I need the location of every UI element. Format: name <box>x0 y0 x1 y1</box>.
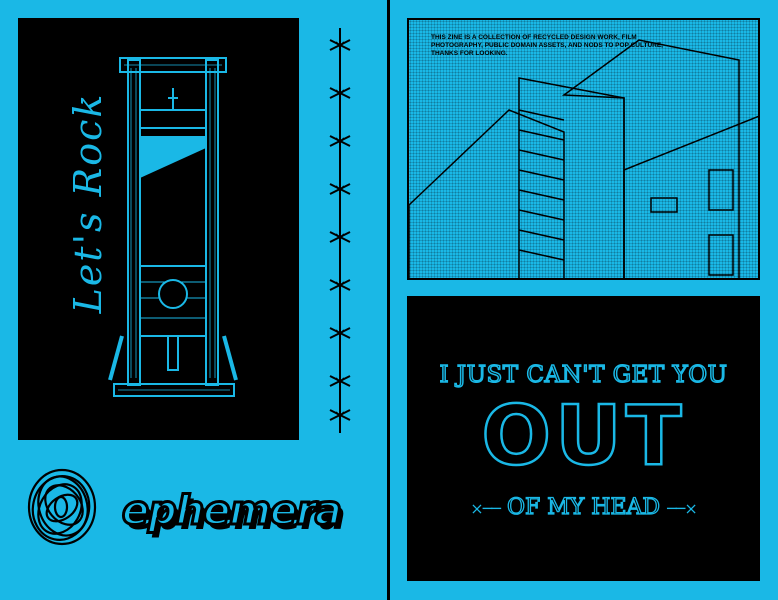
quote-poster: I JUST CAN'T GET YOU OUT ×── OF MY HEAD … <box>407 296 760 581</box>
ornament-right-icon: ──× <box>667 499 698 518</box>
quote-line-1: I JUST CAN'T GET YOU <box>439 361 728 389</box>
center-divider <box>387 0 390 600</box>
quote-line-out: OUT <box>480 389 686 484</box>
zine-caption: THIS ZINE IS A COLLECTION OF RECYCLED DE… <box>431 34 663 57</box>
building-illustration <box>409 39 758 278</box>
scribble-icon <box>27 468 97 546</box>
guillotine-poster: Let's Rock <box>18 18 299 440</box>
quote-line-3: ×── OF MY HEAD ──× <box>407 494 760 520</box>
building-photo-panel: THIS ZINE IS A COLLECTION OF RECYCLED DE… <box>407 18 760 280</box>
logo-text: ephemera <box>121 487 344 536</box>
quote-line-3-text: OF MY HEAD <box>506 494 661 520</box>
ornament-left-icon: ×── <box>470 499 501 518</box>
lets-rock-script: Let's Rock <box>58 88 118 318</box>
lets-rock-text: Let's Rock <box>66 92 110 314</box>
ephemera-logo: ephemera ephemera <box>120 486 370 550</box>
barbed-wire-icon <box>329 28 351 433</box>
